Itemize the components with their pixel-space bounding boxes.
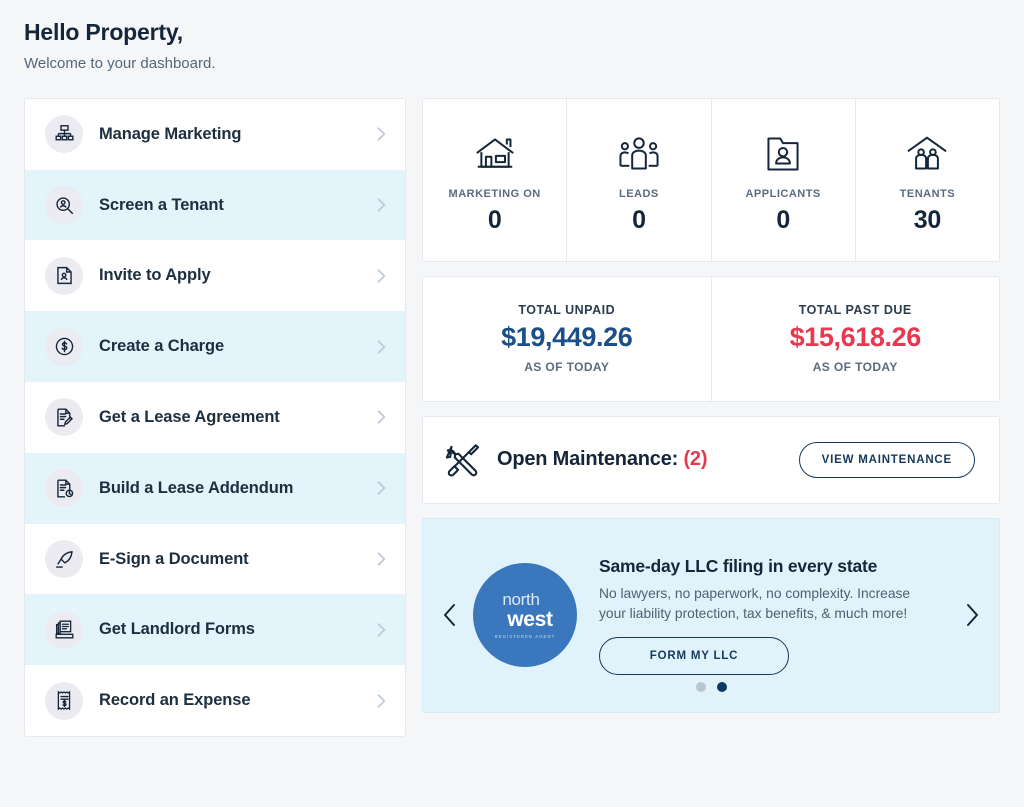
- total-unpaid: TOTAL UNPAID $19,449.26 AS OF TODAY: [423, 276, 712, 401]
- carousel-prev-button[interactable]: [437, 602, 463, 628]
- stat-label: MARKETING ON: [448, 188, 541, 201]
- document-pencil-icon: [45, 398, 83, 437]
- sidebar-item-record-an-expense[interactable]: Record an Expense: [25, 665, 405, 737]
- stat-value: 30: [913, 206, 942, 235]
- dashboard-layout: Manage Marketing Screen a Tenant Invite …: [24, 97, 1000, 738]
- carousel-dot-1[interactable]: [695, 681, 706, 692]
- total-unpaid-value: $19,449.26: [501, 322, 633, 353]
- total-past-due-value: $15,618.26: [789, 322, 922, 353]
- maintenance-label: Open Maintenance:: [497, 448, 679, 471]
- northwest-logo: north west REGISTERED AGENT: [473, 563, 577, 668]
- promo-description: No lawyers, no paperwork, no complexity.…: [599, 585, 911, 621]
- page-header: Hello Property, Welcome to your dashboar…: [24, 18, 1000, 74]
- balances-card: TOTAL UNPAID $19,449.26 AS OF TODAY TOTA…: [422, 275, 1000, 402]
- three-people-icon: [618, 128, 660, 174]
- chevron-right-icon: [377, 127, 386, 142]
- folder-person-icon: [764, 128, 802, 174]
- stat-label: APPLICANTS: [745, 188, 821, 201]
- sidebar-item-invite-to-apply[interactable]: Invite to Apply: [25, 240, 405, 312]
- document-person-icon: [45, 256, 83, 295]
- chevron-right-icon: [377, 198, 386, 212]
- carousel-next-button[interactable]: [959, 602, 985, 628]
- form-my-llc-button[interactable]: FORM MY LLC: [599, 636, 789, 675]
- sidebar-item-build-a-lease-addendum[interactable]: Build a Lease Addendum: [25, 452, 405, 524]
- maintenance-card: Open Maintenance: (2) VIEW MAINTENANCE: [422, 415, 1000, 504]
- stat-value: 0: [632, 206, 646, 235]
- logo-west-text: west: [507, 608, 553, 632]
- sidebar-item-get-a-lease-agreement[interactable]: Get a Lease Agreement: [25, 382, 405, 453]
- sidebar-item-get-landlord-forms[interactable]: Get Landlord Forms: [25, 594, 405, 666]
- carousel-dot-2[interactable]: [716, 681, 727, 692]
- stat-tenants[interactable]: TENANTS 30: [856, 99, 999, 261]
- org-chart-icon: [45, 115, 83, 154]
- sidebar-item-e-sign-a-document[interactable]: E-Sign a Document: [25, 523, 405, 595]
- chevron-right-icon: [377, 623, 386, 637]
- carousel-dots: [423, 681, 999, 692]
- dollar-circle-icon: [45, 327, 83, 366]
- chevron-right-icon: [377, 481, 386, 496]
- chevron-right-icon: [967, 604, 978, 627]
- sidebar-item-label: Build a Lease Addendum: [99, 478, 294, 497]
- sidebar-item-screen-a-tenant[interactable]: Screen a Tenant: [25, 169, 405, 241]
- sidebar-item-label: Manage Marketing: [99, 124, 242, 143]
- stat-marketing-on[interactable]: MARKETING ON 0: [423, 98, 568, 261]
- chevron-left-icon: [444, 604, 455, 627]
- total-past-due: TOTAL PAST DUE $15,618.26 AS OF TODAY: [712, 277, 1000, 401]
- dashboard-page: Hello Property, Welcome to your dashboar…: [0, 0, 1024, 738]
- sidebar-item-label: Get a Lease Agreement: [99, 407, 280, 426]
- promo-content: Same-day LLC filing in every state No la…: [583, 556, 959, 675]
- total-past-due-label: TOTAL PAST DUE: [798, 303, 912, 318]
- chevron-right-icon: [377, 552, 386, 566]
- sidebar-item-label: Invite to Apply: [99, 266, 211, 285]
- house-icon: [473, 128, 517, 174]
- chevron-right-icon: [377, 410, 386, 425]
- view-maintenance-button[interactable]: VIEW MAINTENANCE: [798, 441, 975, 478]
- total-unpaid-label: TOTAL UNPAID: [518, 303, 616, 318]
- dashboard-main: MARKETING ON 0 LEADS 0 APPLICANTS 0 TENA…: [422, 97, 1000, 713]
- promo-title: Same-day LLC filing in every state: [599, 555, 878, 576]
- sidebar-item-label: E-Sign a Document: [99, 549, 249, 568]
- quick-actions-sidebar: Manage Marketing Screen a Tenant Invite …: [24, 97, 406, 738]
- logo-tagline: REGISTERED AGENT: [494, 634, 556, 640]
- stat-applicants[interactable]: APPLICANTS 0: [712, 98, 856, 261]
- sidebar-item-manage-marketing[interactable]: Manage Marketing: [25, 98, 405, 170]
- total-unpaid-sub: AS OF TODAY: [524, 360, 610, 375]
- sidebar-item-label: Create a Charge: [99, 337, 225, 356]
- wrench-screwdriver-icon: [445, 442, 481, 478]
- stat-label: TENANTS: [899, 188, 956, 201]
- logo-north-text: north: [502, 590, 540, 610]
- promo-carousel: north west REGISTERED AGENT Same-day LLC…: [422, 517, 1000, 713]
- maintenance-title: Open Maintenance: (2): [497, 448, 799, 471]
- receipt-dollar-icon: [45, 681, 83, 720]
- chevron-right-icon: [377, 269, 386, 283]
- stats-card: MARKETING ON 0 LEADS 0 APPLICANTS 0 TENA…: [422, 97, 1000, 262]
- sidebar-item-label: Get Landlord Forms: [99, 620, 255, 639]
- forms-tray-icon: [45, 610, 83, 649]
- magnifier-person-icon: [45, 186, 83, 225]
- quill-pen-icon: [45, 540, 83, 579]
- maintenance-count: (2): [683, 448, 708, 471]
- chevron-right-icon: [377, 693, 386, 708]
- chevron-right-icon: [377, 339, 386, 354]
- stat-value: 0: [487, 206, 502, 235]
- total-past-due-sub: AS OF TODAY: [812, 360, 898, 375]
- document-refresh-icon: [45, 469, 83, 508]
- sidebar-item-create-a-charge[interactable]: Create a Charge: [25, 311, 405, 383]
- stat-value: 0: [776, 206, 790, 235]
- stat-leads[interactable]: LEADS 0: [567, 98, 712, 261]
- sidebar-item-label: Record an Expense: [99, 691, 251, 710]
- stat-label: LEADS: [618, 188, 659, 201]
- sidebar-item-label: Screen a Tenant: [99, 195, 224, 214]
- page-title: Hello Property,: [24, 19, 183, 45]
- page-subtitle: Welcome to your dashboard.: [24, 54, 216, 72]
- roof-people-icon: [905, 128, 949, 174]
